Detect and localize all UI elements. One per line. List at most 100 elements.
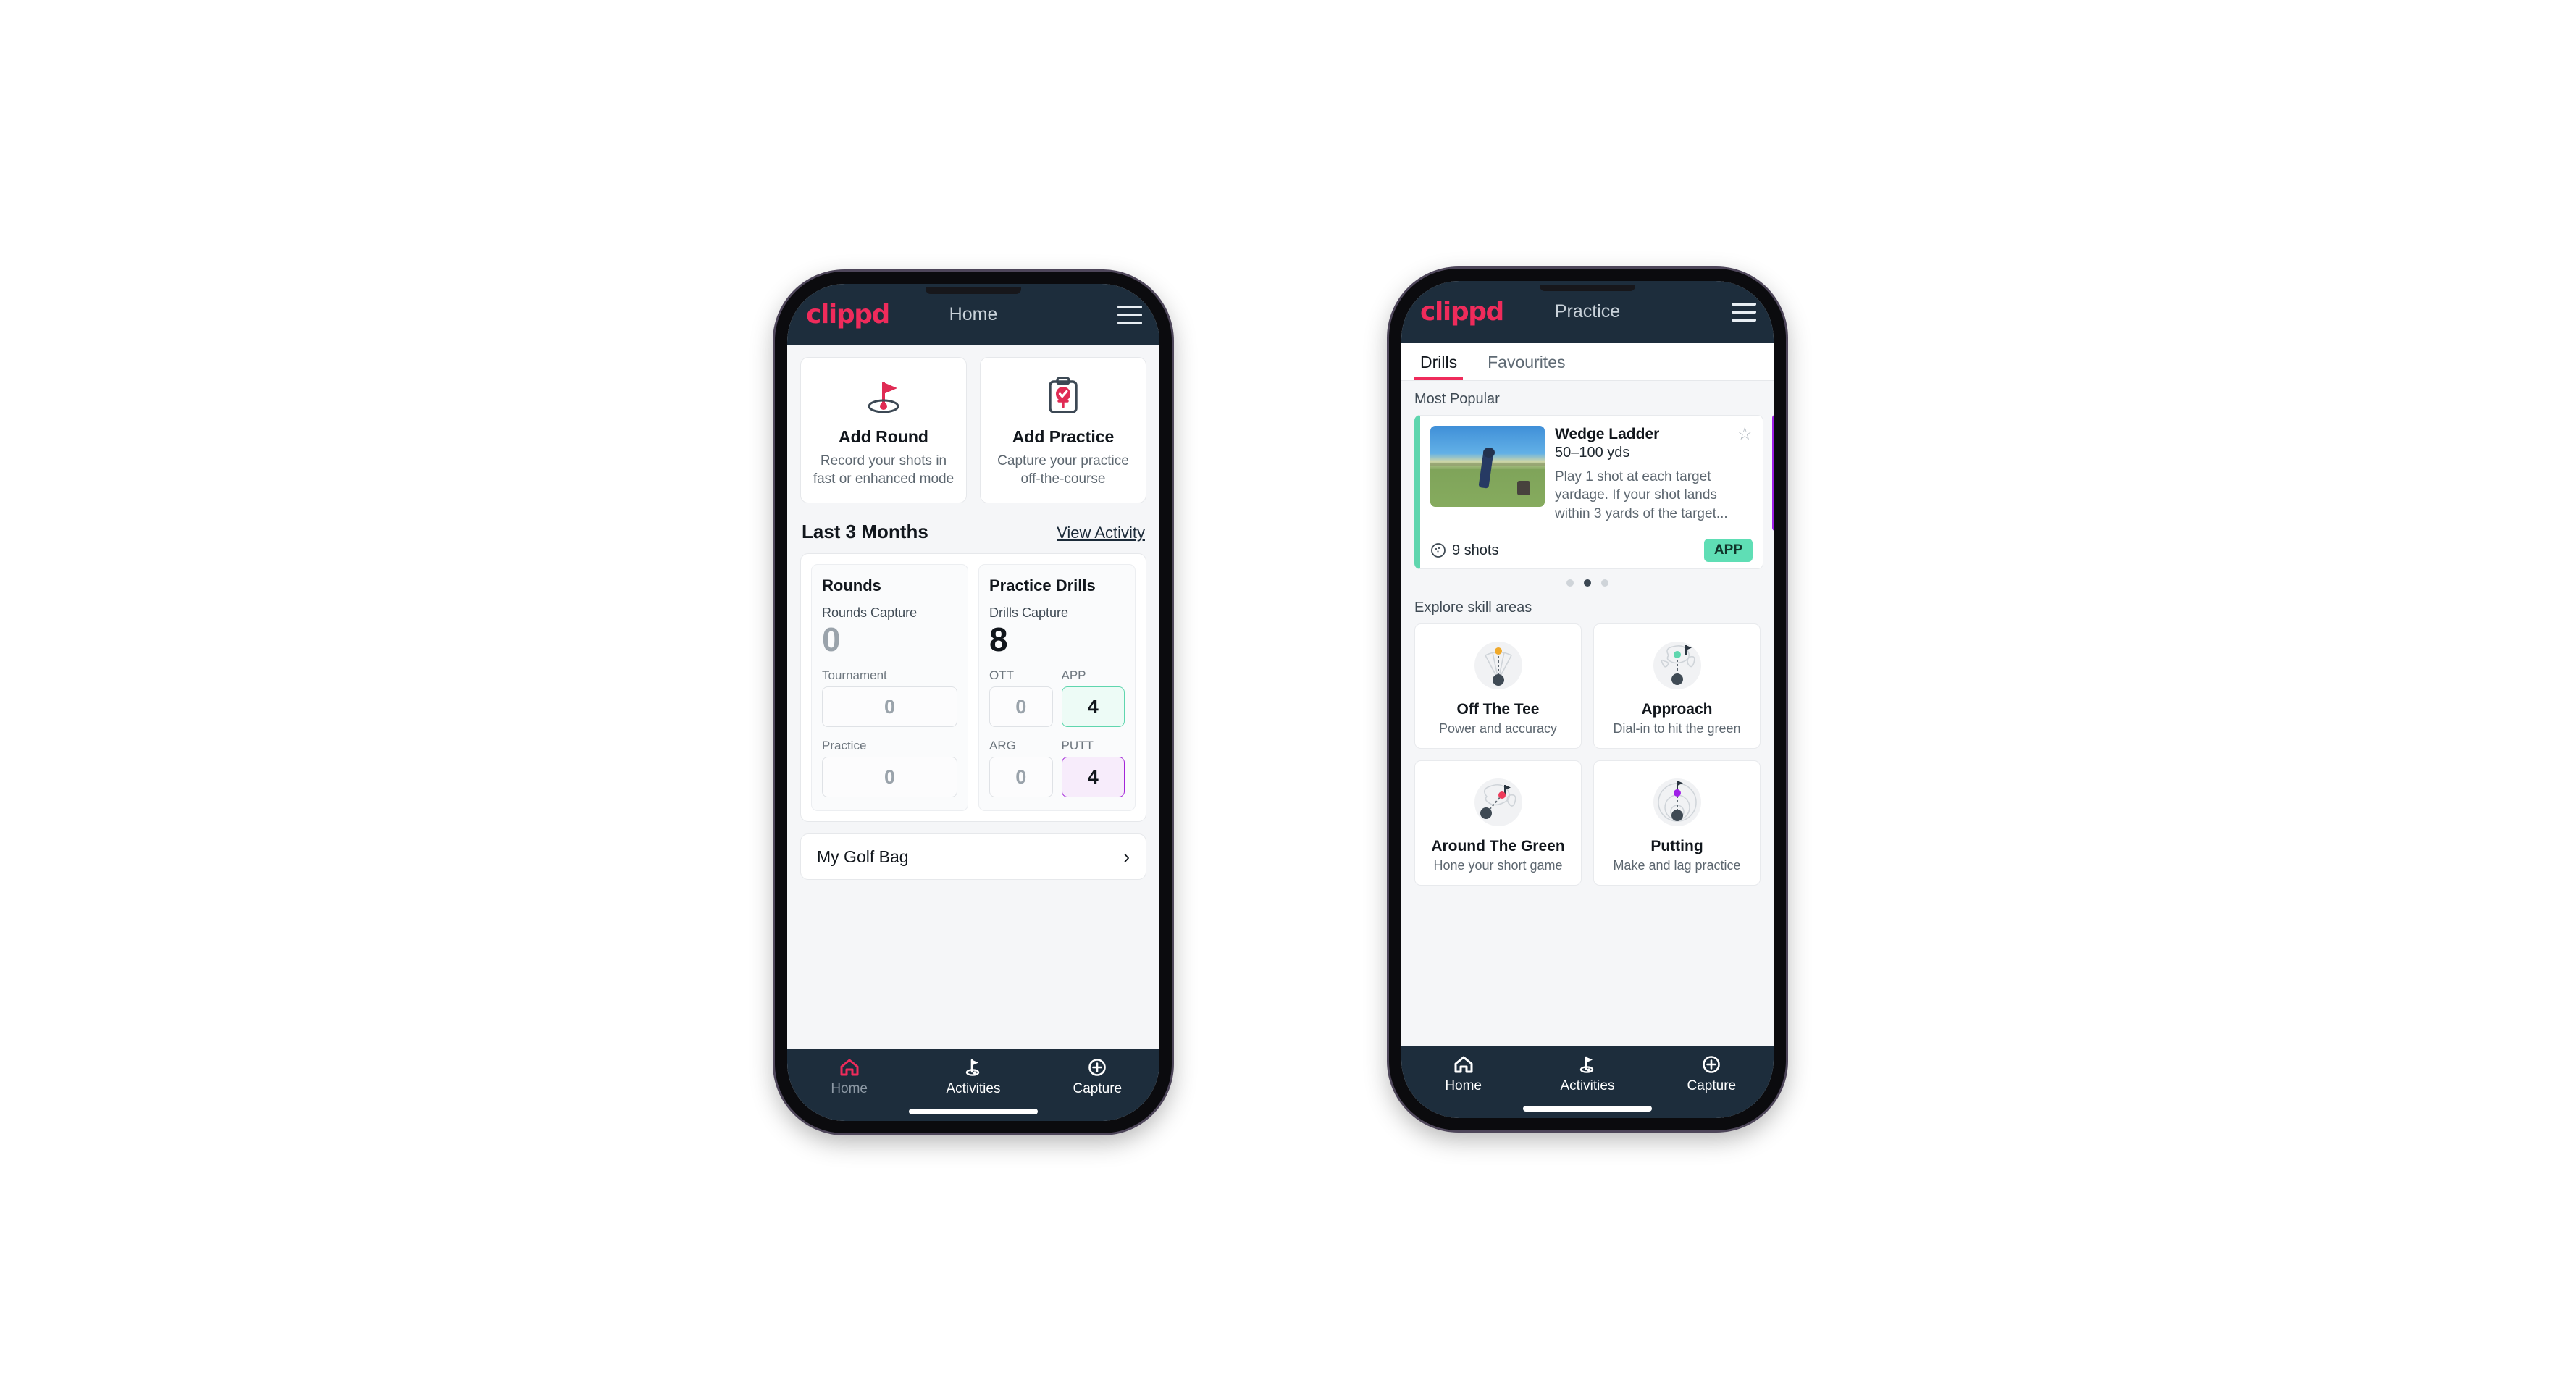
around-the-green-icon xyxy=(1421,771,1575,832)
tournament-value[interactable]: 0 xyxy=(822,686,957,728)
practice-bottom-nav: Home Activities Capture xyxy=(1401,1046,1774,1118)
approach-icon xyxy=(1600,634,1754,695)
skill-title-approach: Approach xyxy=(1641,701,1713,718)
clippd-logo[interactable]: clippd xyxy=(806,301,890,328)
carousel-dots[interactable] xyxy=(1414,579,1761,587)
nav-item-home[interactable]: Home xyxy=(787,1057,911,1097)
drills-capture-label: Drills Capture xyxy=(989,605,1069,621)
putting-icon xyxy=(1600,771,1754,832)
nav-label-activities: Activities xyxy=(946,1081,1001,1096)
drill-category-badge: APP xyxy=(1703,539,1753,563)
menu-bar-3 xyxy=(1732,318,1756,322)
practice-tabs: Drills Favourites xyxy=(1401,343,1774,381)
ott-field-group: OTT 0 xyxy=(989,668,1053,728)
home-icon xyxy=(840,1059,859,1076)
golf-flag-icon xyxy=(965,1059,980,1076)
rounds-column: Rounds Rounds Capture 0 Tournament 0 Pra… xyxy=(811,564,968,812)
skill-subtitle-around-the-green: Hone your short game xyxy=(1433,858,1563,873)
ott-value[interactable]: 0 xyxy=(989,686,1053,728)
skill-card-putting[interactable]: Putting Make and lag practice xyxy=(1593,760,1761,886)
view-activity-link[interactable]: View Activity xyxy=(1057,524,1145,542)
arg-field-group: ARG 0 xyxy=(989,739,1053,798)
plus-circle-icon xyxy=(1703,1056,1721,1073)
clipboard-check-tee-icon xyxy=(1042,374,1084,419)
arg-value[interactable]: 0 xyxy=(989,757,1053,798)
add-round-subtitle: Record your shots in fast or enhanced mo… xyxy=(813,453,955,487)
section-title: Last 3 Months xyxy=(802,521,928,543)
add-round-title: Add Round xyxy=(839,427,928,446)
phone-device-practice: clippd Practice Drills Favourites Most P… xyxy=(1389,269,1786,1130)
star-outline-icon[interactable]: ☆ xyxy=(1737,426,1753,443)
chevron-right-icon: › xyxy=(1123,845,1130,868)
off-the-tee-icon xyxy=(1421,634,1575,695)
skill-subtitle-approach: Dial-in to hit the green xyxy=(1613,721,1741,736)
phone-speaker-slot xyxy=(1540,285,1635,291)
add-practice-card[interactable]: Add Practice Capture your practice off-t… xyxy=(980,357,1146,504)
app-value[interactable]: 4 xyxy=(1061,686,1125,728)
home-bottom-nav: Home Activities Capture xyxy=(787,1049,1159,1121)
drill-card-wedge-ladder[interactable]: Wedge Ladder ☆ 50–100 yds Play 1 shot at… xyxy=(1414,415,1763,570)
my-golf-bag-label: My Golf Bag xyxy=(817,847,909,866)
carousel-dot-3[interactable] xyxy=(1601,579,1608,587)
carousel-dot-2[interactable] xyxy=(1584,579,1591,587)
tab-drills[interactable]: Drills xyxy=(1414,343,1464,380)
menu-bar-2 xyxy=(1117,313,1142,316)
next-drill-card-peek[interactable] xyxy=(1772,415,1774,531)
plus-circle-icon xyxy=(1088,1059,1107,1076)
tournament-field-group: Tournament 0 xyxy=(822,668,957,728)
hamburger-menu-icon[interactable] xyxy=(1117,305,1142,324)
add-practice-subtitle: Capture your practice off-the-course xyxy=(997,453,1129,487)
most-popular-heading: Most Popular xyxy=(1414,391,1500,407)
explore-skill-areas-heading: Explore skill areas xyxy=(1414,600,1532,616)
screenshot-canvas: clippd Home Add Round Record your shots … xyxy=(0,0,2576,1386)
practice-value[interactable]: 0 xyxy=(822,757,957,798)
golf-ball-icon xyxy=(1431,543,1446,558)
drill-description: Play 1 shot at each target yardage. If y… xyxy=(1555,469,1728,521)
ott-label: OTT xyxy=(989,668,1014,683)
skill-title-putting: Putting xyxy=(1650,838,1703,855)
skill-card-approach[interactable]: Approach Dial-in to hit the green xyxy=(1593,623,1761,749)
nav-item-capture[interactable]: Capture xyxy=(1650,1054,1774,1094)
nav-item-activities[interactable]: Activities xyxy=(1525,1054,1649,1094)
drill-thumbnail-image xyxy=(1430,426,1545,507)
nav-label-capture: Capture xyxy=(1687,1078,1737,1093)
nav-label-home: Home xyxy=(1445,1078,1482,1093)
rounds-capture-label: Rounds Capture xyxy=(822,605,918,621)
drill-yardage: 50–100 yds xyxy=(1555,445,1630,461)
nav-item-capture[interactable]: Capture xyxy=(1036,1057,1159,1097)
phone-device-home: clippd Home Add Round Record your shots … xyxy=(775,272,1172,1133)
nav-item-activities[interactable]: Activities xyxy=(911,1057,1035,1097)
practice-screen: clippd Practice Drills Favourites Most P… xyxy=(1401,281,1774,1118)
skill-subtitle-putting: Make and lag practice xyxy=(1613,858,1741,873)
practice-label: Practice xyxy=(822,739,867,753)
drill-carousel[interactable]: Wedge Ladder ☆ 50–100 yds Play 1 shot at… xyxy=(1414,415,1774,570)
drill-shot-count: 9 shots xyxy=(1452,542,1499,558)
nav-label-activities: Activities xyxy=(1560,1078,1615,1093)
rounds-title: Rounds xyxy=(822,576,881,595)
practice-drills-title: Practice Drills xyxy=(989,576,1096,595)
add-practice-title: Add Practice xyxy=(1012,427,1115,446)
golf-flag-icon xyxy=(1579,1056,1594,1073)
clippd-logo[interactable]: clippd xyxy=(1420,298,1504,325)
quick-action-row: Add Round Record your shots in fast or e… xyxy=(800,357,1146,504)
drills-capture-value: 8 xyxy=(989,621,1008,659)
tab-favourites[interactable]: Favourites xyxy=(1485,343,1568,380)
home-screen: clippd Home Add Round Record your shots … xyxy=(787,284,1159,1121)
stats-card: Rounds Rounds Capture 0 Tournament 0 Pra… xyxy=(800,553,1146,823)
thumb-ball-bag xyxy=(1517,481,1531,496)
skill-areas-grid: Off The Tee Power and accuracy Approach … xyxy=(1414,623,1761,886)
add-round-card[interactable]: Add Round Record your shots in fast or e… xyxy=(800,357,967,504)
hamburger-menu-icon[interactable] xyxy=(1732,302,1756,322)
phone-speaker-slot xyxy=(926,287,1021,294)
home-indicator-bar xyxy=(1523,1106,1652,1112)
menu-bar-3 xyxy=(1117,321,1142,324)
my-golf-bag-row[interactable]: My Golf Bag › xyxy=(800,833,1146,881)
skill-card-around-the-green[interactable]: Around The Green Hone your short game xyxy=(1414,760,1582,886)
nav-item-home[interactable]: Home xyxy=(1401,1054,1525,1094)
practice-drills-column: Practice Drills Drills Capture 8 OTT 0 A… xyxy=(978,564,1136,812)
thumb-golfer-head xyxy=(1482,448,1495,458)
putt-value[interactable]: 4 xyxy=(1061,757,1125,798)
home-indicator-bar xyxy=(909,1109,1038,1114)
carousel-dot-1[interactable] xyxy=(1566,579,1574,587)
skill-card-off-the-tee[interactable]: Off The Tee Power and accuracy xyxy=(1414,623,1582,749)
